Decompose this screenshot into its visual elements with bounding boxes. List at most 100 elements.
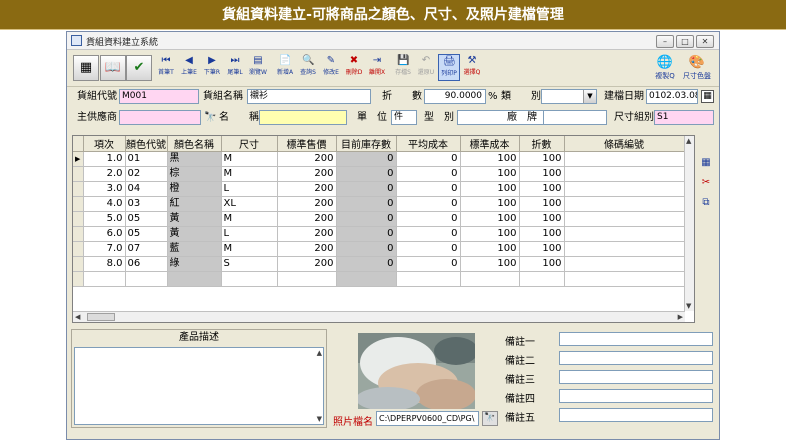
table-cell[interactable]: 3.0 (83, 181, 126, 197)
col-color-name[interactable]: 顏色名稱 (167, 136, 222, 152)
scroll-left-icon[interactable]: ◀ (75, 313, 80, 321)
table-cell[interactable] (564, 196, 685, 212)
close-button[interactable]: ✕ (696, 35, 714, 48)
table-cell[interactable]: 100 (519, 196, 565, 212)
print-button[interactable]: 🖨 列印P (438, 54, 460, 81)
table-cell[interactable]: M (221, 166, 278, 182)
table-cell[interactable]: 100 (460, 241, 520, 257)
table-cell[interactable]: 0 (396, 226, 461, 242)
table-cell[interactable] (564, 226, 685, 242)
minimize-button[interactable]: – (656, 35, 674, 48)
table-cell[interactable]: 4.0 (83, 196, 126, 212)
calendar-icon[interactable]: ▦ (701, 90, 714, 103)
table-cell[interactable]: 0 (396, 151, 461, 167)
table-cell[interactable]: XL (221, 196, 278, 212)
table-cell[interactable]: 200 (277, 226, 337, 242)
table-cell[interactable]: 棕 (167, 166, 222, 182)
table-cell[interactable]: 06 (125, 256, 168, 272)
table-cell[interactable]: M (221, 151, 278, 167)
supplier-name-field[interactable] (259, 110, 347, 125)
table-cell[interactable]: 100 (460, 181, 520, 197)
remark-2-field[interactable] (559, 351, 713, 365)
exit-button[interactable]: ⇥ 離開X (366, 54, 388, 81)
table-cell[interactable]: L (221, 226, 278, 242)
table-cell[interactable]: 100 (519, 226, 565, 242)
table-cell[interactable] (564, 256, 685, 272)
table-cell[interactable]: 0 (336, 196, 397, 212)
table-cell[interactable]: 0 (336, 211, 397, 227)
first-record-button[interactable]: ⏮ 首筆T (155, 54, 177, 81)
prev-record-button[interactable]: ◀ 上筆E (178, 54, 200, 81)
table-cell[interactable]: 02 (125, 166, 168, 182)
calculator-button[interactable]: ▦ (73, 55, 99, 81)
table-row[interactable]: 3.0 04 橙 L 200 0 0 100 100 (73, 181, 685, 197)
table-cell[interactable]: S (221, 256, 278, 272)
table-cell[interactable]: 200 (277, 211, 337, 227)
scroll-down-icon[interactable]: ▼ (686, 302, 691, 310)
table-cell[interactable]: 藍 (167, 241, 222, 257)
table-cell[interactable]: 紅 (167, 196, 222, 212)
select-button[interactable]: ⚒ 選擇Q (461, 54, 483, 81)
binoculars-icon[interactable]: 🔭 (482, 411, 498, 426)
grid-horizontal-scrollbar[interactable]: ◀ ▶ (73, 311, 685, 322)
table-cell[interactable]: 黃 (167, 211, 222, 227)
copy-icon[interactable]: ⧉ (699, 196, 713, 210)
description-textarea[interactable]: ▲ ▼ (74, 347, 324, 425)
table-cell[interactable]: 100 (519, 181, 565, 197)
table-cell[interactable]: 100 (460, 211, 520, 227)
table-cell[interactable]: 橙 (167, 181, 222, 197)
name-field[interactable]: 襯衫 (247, 89, 371, 104)
row-indicator[interactable]: ▶ (73, 151, 84, 167)
row-indicator[interactable] (73, 241, 84, 257)
copy-button[interactable]: 🌐 複製Q (651, 54, 679, 83)
table-row[interactable]: 8.0 06 綠 S 200 0 0 100 100 (73, 256, 685, 272)
table-cell[interactable]: 07 (125, 241, 168, 257)
table-cell[interactable]: 100 (460, 196, 520, 212)
table-cell[interactable] (564, 166, 685, 182)
col-avg-cost[interactable]: 平均成本 (396, 136, 461, 152)
table-cell[interactable] (564, 211, 685, 227)
remark-4-field[interactable] (559, 389, 713, 403)
table-cell[interactable]: M (221, 211, 278, 227)
table-cell[interactable]: 100 (519, 241, 565, 257)
table-cell[interactable]: 黑 (167, 151, 222, 167)
col-price[interactable]: 標準售價 (277, 136, 337, 152)
unit-field[interactable]: 件 (391, 110, 417, 125)
size-group-field[interactable]: S1 (654, 110, 714, 125)
category-select[interactable]: ▼ (541, 89, 597, 104)
brand-field[interactable] (543, 110, 607, 125)
table-cell[interactable]: 200 (277, 166, 337, 182)
table-cell[interactable]: 7.0 (83, 241, 126, 257)
grid-vertical-scrollbar[interactable]: ▲ ▼ (684, 136, 694, 311)
remark-1-field[interactable] (559, 332, 713, 346)
table-cell[interactable]: 8.0 (83, 256, 126, 272)
table-cell[interactable]: M (221, 241, 278, 257)
last-record-button[interactable]: ⏭ 尾筆L (224, 54, 246, 81)
code-field[interactable]: M001 (119, 89, 199, 104)
col-std-cost[interactable]: 標準成本 (460, 136, 520, 152)
created-date-field[interactable]: 0102.03.08 (646, 89, 698, 104)
table-cell[interactable]: 0 (336, 226, 397, 242)
binoculars-icon[interactable]: 🔭 (204, 110, 216, 125)
table-row[interactable]: 4.0 03 紅 XL 200 0 0 100 100 (73, 196, 685, 212)
table-cell[interactable]: 0 (336, 256, 397, 272)
col-color-code[interactable]: 顏色代號 (125, 136, 168, 152)
chevron-down-icon[interactable]: ▼ (583, 90, 596, 103)
table-cell[interactable]: 0 (336, 151, 397, 167)
approve-button[interactable]: ✔ (126, 55, 152, 81)
save-button[interactable]: 💾 存檔S (392, 54, 414, 81)
table-cell[interactable]: 6.0 (83, 226, 126, 242)
next-record-button[interactable]: ▶ 下筆R (201, 54, 223, 81)
table-cell[interactable]: 200 (277, 196, 337, 212)
table-cell[interactable]: 05 (125, 211, 168, 227)
table-cell[interactable]: 0 (336, 181, 397, 197)
table-cell[interactable]: 0 (396, 181, 461, 197)
table-cell[interactable] (564, 181, 685, 197)
table-cell[interactable]: 04 (125, 181, 168, 197)
scroll-right-icon[interactable]: ▶ (678, 313, 683, 321)
table-cell[interactable]: 200 (277, 256, 337, 272)
table-cell[interactable]: 0 (396, 256, 461, 272)
table-cell[interactable] (564, 241, 685, 257)
discount-field[interactable]: 90.0000 (424, 89, 486, 104)
maximize-button[interactable]: □ (676, 35, 694, 48)
